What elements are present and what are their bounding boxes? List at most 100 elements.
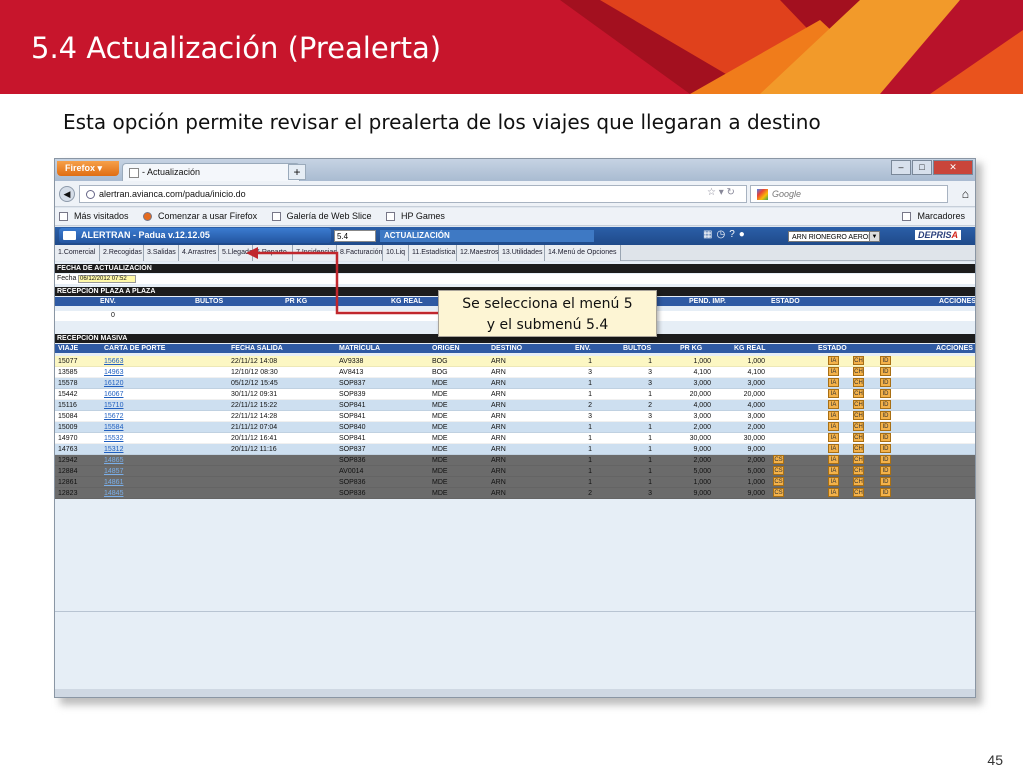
table-row[interactable]: 15116 15710 22/11/12 15:22 SOP841 MDE ARN 2 2 4,… [55,400,975,411]
table-row[interactable]: 14970 15532 20/11/12 16:41 SOP841 MDE ARN 1 1 30… [55,433,975,444]
bookmarks-menu[interactable]: Marcadores [902,211,971,222]
minimize-icon[interactable]: – [891,160,911,175]
table-row[interactable]: 15442 16067 30/11/12 09:31 SOP839 MDE ARN 1 1 20… [55,389,975,400]
status-tag-ia[interactable]: IA [828,356,839,365]
status-tag-ch[interactable]: CH [853,444,864,453]
status-tag-id[interactable]: ID [880,466,891,475]
status-tag-ia[interactable]: IA [828,477,839,486]
row-carta-link[interactable]: 16120 [104,378,123,389]
browser-tab-active[interactable]: - Actualización [122,163,300,181]
table-row[interactable]: 15009 15584 21/11/12 07:04 SOP840 MDE ARN 1 1 2,… [55,422,975,433]
status-tag-ia[interactable]: IA [828,389,839,398]
row-carta-link[interactable]: 15663 [104,356,123,367]
table-row[interactable]: 15578 16120 05/12/12 15:45 SOP837 MDE ARN 1 3 3,… [55,378,975,389]
table-row[interactable]: 15084 15672 22/11/12 14:28 SOP841 MDE ARN 3 3 3,… [55,411,975,422]
firefox-menu-button[interactable]: Firefox ▾ [57,161,119,176]
module-tab[interactable]: 6.Reparto [253,245,293,261]
status-tag-ch[interactable]: CH [853,356,864,365]
bookmark-web-slice[interactable]: Galería de Web Slice [271,211,378,222]
cs-tag[interactable]: CS [773,455,784,464]
status-tag-id[interactable]: ID [880,477,891,486]
status-tag-ch[interactable]: CH [853,466,864,475]
status-tag-id[interactable]: ID [880,400,891,409]
status-tag-ch[interactable]: CH [853,422,864,431]
status-tag-id[interactable]: ID [880,367,891,376]
row-carta-link[interactable]: 14963 [104,367,123,378]
table-row[interactable]: 13585 14963 12/10/12 08:30 AV8413 BOG ARN 3 3 4,… [55,367,975,378]
module-tab[interactable]: 2.Recogidas [100,245,144,261]
row-carta-link[interactable]: 14845 [104,488,123,499]
bookmark-getting-started[interactable]: Comenzar a usar Firefox [143,211,263,222]
status-tag-id[interactable]: ID [880,389,891,398]
calendar-icon[interactable]: ▦ [703,229,716,240]
cs-tag[interactable]: CS [773,466,784,475]
status-tag-ch[interactable]: CH [853,455,864,464]
status-tag-ia[interactable]: IA [828,488,839,497]
row-carta-link[interactable]: 15312 [104,444,123,455]
url-input[interactable]: alertran.avianca.com/padua/inicio.do [79,185,747,203]
module-tab[interactable]: 13.Utilidades [499,245,545,261]
bookmark-star-icon[interactable]: ☆ ▾ ↻ [707,187,735,198]
status-tag-ia[interactable]: IA [828,455,839,464]
module-tab[interactable]: 8.Facturación [337,245,383,261]
close-icon[interactable]: ✕ [933,160,973,175]
maximize-icon[interactable]: □ [912,160,932,175]
menu-code-input[interactable]: 5.4 [334,230,376,242]
table-row[interactable]: 12861 14861 SOP836 MDE ARN 1 1 1,000 1,000 CS IA CH… [55,477,975,488]
bookmark-hp-games[interactable]: HP Games [386,211,451,222]
module-tab[interactable]: 1.Comercial [55,245,100,261]
table-row[interactable]: 12884 14857 AV0014 MDE ARN 1 1 5,000 5,000 CS IA CH… [55,466,975,477]
clock-icon[interactable]: ◷ [716,229,729,240]
module-tab[interactable]: 7.Incidencias [293,245,337,261]
row-carta-link[interactable]: 14857 [104,466,123,477]
status-tag-id[interactable]: ID [880,422,891,431]
status-tag-ia[interactable]: IA [828,400,839,409]
status-tag-ia[interactable]: IA [828,411,839,420]
status-tag-id[interactable]: ID [880,378,891,387]
fecha-input[interactable]: 06/12/2012 07:52 [78,275,136,283]
back-icon[interactable]: ◀ [59,186,75,202]
status-tag-ch[interactable]: CH [853,477,864,486]
search-input[interactable]: Google [750,185,948,203]
table-row[interactable]: 15077 15663 22/11/12 14:08 AV9338 BOG ARN 1 1 1,… [55,356,975,367]
status-tag-ia[interactable]: IA [828,444,839,453]
cs-tag[interactable]: CS [773,488,784,497]
table-row[interactable]: 12942 14865 SOP836 MDE ARN 1 1 2,000 2,000 CS IA CH… [55,455,975,466]
status-tag-ia[interactable]: IA [828,378,839,387]
row-carta-link[interactable]: 14861 [104,477,123,488]
user-icon[interactable]: ● [739,229,749,240]
bookmark-most-visited[interactable]: Más visitados [59,211,135,222]
module-tab[interactable]: 4.Arrastres [179,245,219,261]
status-tag-id[interactable]: ID [880,455,891,464]
new-tab-button[interactable]: + [288,164,306,180]
row-carta-link[interactable]: 15710 [104,400,123,411]
cs-tag[interactable]: CS [773,477,784,486]
module-tab[interactable]: 3.Salidas [144,245,179,261]
status-tag-ia[interactable]: IA [828,367,839,376]
status-tag-ch[interactable]: CH [853,400,864,409]
status-tag-ch[interactable]: CH [853,488,864,497]
module-tab[interactable]: 10.Liq [383,245,409,261]
status-tag-ch[interactable]: CH [853,389,864,398]
module-tab[interactable]: 12.Maestros [457,245,499,261]
row-carta-link[interactable]: 15672 [104,411,123,422]
status-tag-ch[interactable]: CH [853,367,864,376]
status-tag-ch[interactable]: CH [853,433,864,442]
module-tab[interactable]: 5.Llegadas [219,245,256,261]
status-tag-ia[interactable]: IA [828,422,839,431]
home-icon[interactable]: ⌂ [962,187,969,201]
status-tag-id[interactable]: ID [880,433,891,442]
horizontal-scrollbar[interactable] [55,689,975,697]
status-tag-id[interactable]: ID [880,444,891,453]
row-carta-link[interactable]: 16067 [104,389,123,400]
table-row[interactable]: 12823 14845 SOP836 MDE ARN 2 3 9,000 9,000 CS IA CH… [55,488,975,499]
status-tag-ia[interactable]: IA [828,466,839,475]
status-tag-ch[interactable]: CH [853,378,864,387]
row-carta-link[interactable]: 15584 [104,422,123,433]
help-icon[interactable]: ? [729,229,739,240]
status-tag-id[interactable]: ID [880,411,891,420]
module-tab[interactable]: 14.Menú de Opciones [545,245,621,261]
status-tag-ia[interactable]: IA [828,433,839,442]
status-tag-id[interactable]: ID [880,488,891,497]
table-row[interactable]: 14763 15312 20/11/12 11:16 SOP837 MDE ARN 1 1 9,… [55,444,975,455]
